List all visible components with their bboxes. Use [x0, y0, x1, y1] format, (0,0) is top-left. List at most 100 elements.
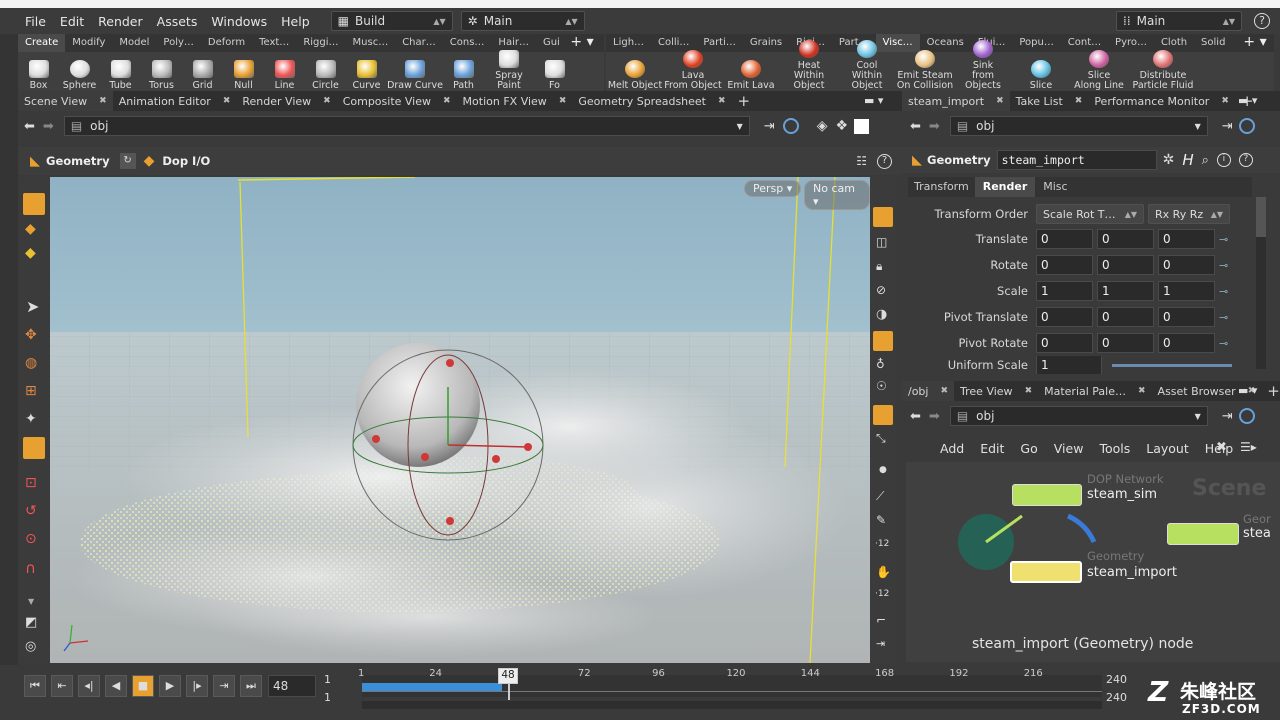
- forward-arrow-icon[interactable]: ➡: [929, 409, 940, 424]
- step-forward-icon[interactable]: |▸: [186, 675, 208, 697]
- gear-icon[interactable]: ✲: [1163, 152, 1175, 168]
- pane-tab[interactable]: Render View ✖: [236, 91, 336, 111]
- scene-viewport[interactable]: Persp ▾ No cam ▾: [50, 177, 870, 663]
- render-icon[interactable]: ◩: [25, 615, 37, 630]
- jump-start-icon[interactable]: ⏮: [24, 675, 46, 697]
- handles-active-icon[interactable]: [23, 437, 45, 459]
- param-field[interactable]: 1: [1036, 281, 1093, 301]
- param-field[interactable]: 0: [1158, 229, 1215, 249]
- hscript-icon[interactable]: H: [1182, 151, 1193, 169]
- param-field[interactable]: 0: [1097, 333, 1154, 353]
- shelf-tool[interactable]: Grid: [182, 60, 223, 94]
- uniform-scale-field[interactable]: 1: [1036, 356, 1102, 374]
- shelf-tool[interactable]: Emit Steam On Collision: [896, 50, 954, 94]
- play-icon[interactable]: ▶: [159, 675, 181, 697]
- pane-tab[interactable]: Motion FX View ✖: [457, 91, 573, 111]
- menu-help[interactable]: Help: [274, 14, 317, 29]
- step-back-icon[interactable]: ◂|: [78, 675, 100, 697]
- shelf-tool[interactable]: Draw Curve: [387, 60, 443, 94]
- move-tool-icon[interactable]: ✥: [25, 327, 37, 343]
- pane-menu-icon[interactable]: ▬ ▾: [864, 94, 883, 107]
- add-tab-icon[interactable]: +: [732, 91, 757, 111]
- back-arrow-icon[interactable]: ⬅: [910, 409, 921, 424]
- corner-icon[interactable]: ⌐: [876, 613, 886, 627]
- dot-icon[interactable]: ●: [879, 465, 887, 475]
- shelf-tool[interactable]: Slice Along Line: [1070, 50, 1128, 94]
- display-options-icon[interactable]: [873, 405, 893, 425]
- shelf-tab[interactable]: Riggi…: [296, 34, 345, 52]
- subtab-transform[interactable]: Transform: [908, 177, 975, 197]
- right-context-select[interactable]: ⁞⁞ Main ▲▼: [1116, 11, 1242, 31]
- pane-tab[interactable]: Composite View ✖: [337, 91, 457, 111]
- shelf-tool[interactable]: Lava From Object: [664, 50, 722, 94]
- pin-icon[interactable]: ⇥: [1222, 409, 1233, 424]
- end-frame-2[interactable]: 240: [1106, 691, 1127, 704]
- param-field[interactable]: 0: [1097, 229, 1154, 249]
- list-icon[interactable]: ☰▸: [1240, 440, 1257, 454]
- channel-icon[interactable]: ⊸: [1219, 233, 1228, 246]
- channel-icon[interactable]: ⊸: [1219, 337, 1228, 350]
- scene-icon[interactable]: ❖: [836, 118, 849, 134]
- pane-tab[interactable]: Tree View ✖: [954, 381, 1038, 401]
- shelf-tab[interactable]: Poly…: [156, 34, 201, 52]
- pane-tab[interactable]: steam_import ✖: [902, 91, 1010, 111]
- network-menu-item[interactable]: Edit: [972, 441, 1012, 456]
- param-field[interactable]: 0: [1036, 229, 1093, 249]
- shelf-tab[interactable]: Modify: [65, 34, 112, 52]
- persp-button[interactable]: Persp ▾: [744, 180, 802, 197]
- menu-assets[interactable]: Assets: [150, 14, 205, 29]
- snap-grid-icon[interactable]: ⊡: [25, 475, 37, 491]
- rotation-order-select[interactable]: Rx Ry Rz ▲▼: [1148, 204, 1230, 224]
- no-camera-icon[interactable]: ⊘: [876, 283, 886, 297]
- shelf-tab[interactable]: Text…: [252, 34, 296, 52]
- desktop-select[interactable]: ▦ Build ▲▼: [330, 11, 453, 31]
- start-frame-2[interactable]: 1: [324, 691, 331, 704]
- cam-button[interactable]: No cam ▾: [804, 180, 870, 210]
- display-icon[interactable]: [854, 118, 870, 134]
- light-view-icon[interactable]: [873, 207, 893, 227]
- param-field[interactable]: 0: [1097, 307, 1154, 327]
- network-path-field[interactable]: ▤ obj ▼: [949, 406, 1208, 426]
- pin-icon[interactable]: ⇥: [1222, 119, 1233, 134]
- shelf-tool[interactable]: Fo: [534, 60, 575, 94]
- handle-tool-icon[interactable]: ◆: [25, 245, 43, 261]
- step-end-icon[interactable]: ⇥: [213, 675, 235, 697]
- stop-icon[interactable]: ■: [132, 675, 154, 697]
- add-shelf-icon[interactable]: + ▾: [560, 34, 604, 52]
- close-icon[interactable]: ✖: [1075, 96, 1083, 106]
- param-field[interactable]: 0: [1036, 307, 1093, 327]
- uniform-scale-slider[interactable]: [1112, 363, 1232, 367]
- close-icon[interactable]: ✖: [996, 96, 1004, 106]
- forward-arrow-icon[interactable]: ➡: [929, 119, 940, 134]
- playhead-label[interactable]: 48: [498, 668, 518, 684]
- menu-edit[interactable]: Edit: [53, 14, 91, 29]
- flipbook-icon[interactable]: ◎: [25, 639, 36, 654]
- brush-icon[interactable]: ✎: [876, 513, 886, 527]
- shelf-tool[interactable]: Sink from Objects: [954, 40, 1012, 94]
- link-icon[interactable]: [1238, 408, 1255, 424]
- param-field[interactable]: 0: [1036, 255, 1093, 275]
- shelf-tab[interactable]: Solid: [1194, 34, 1232, 52]
- end-frame[interactable]: 240: [1106, 673, 1127, 686]
- network-editor[interactable]: Scene DOP Network steam_sim Geometry ste…: [906, 462, 1280, 662]
- pane-tab[interactable]: Animation Editor ✖: [113, 91, 237, 111]
- shelf-tab[interactable]: Popu…: [1012, 34, 1060, 52]
- jump-end-icon[interactable]: ⏭: [240, 675, 262, 697]
- lock-icon[interactable]: 🔒︎: [876, 259, 882, 274]
- param-field[interactable]: 0: [1158, 307, 1215, 327]
- menu-file[interactable]: File: [18, 14, 53, 29]
- shelf-tool[interactable]: Box: [18, 60, 59, 94]
- select-tool-icon[interactable]: [23, 193, 45, 215]
- pane-tab[interactable]: Geometry Spreadsheet ✖: [572, 91, 731, 111]
- rotate-tool-icon[interactable]: ◍: [25, 355, 37, 371]
- shading-icon[interactable]: ◑: [876, 307, 887, 322]
- shelf-tool[interactable]: Torus: [141, 60, 182, 94]
- pointer-tool-icon[interactable]: ➤: [26, 297, 39, 316]
- close-icon[interactable]: ✖: [99, 96, 107, 106]
- options-icon[interactable]: ☷: [856, 154, 867, 168]
- param-field[interactable]: 0: [1158, 333, 1215, 353]
- viewer-path-field[interactable]: ▤ obj ▼: [63, 116, 750, 136]
- number-icon[interactable]: ·12: [875, 539, 889, 549]
- search-icon[interactable]: ⌕: [1202, 153, 1209, 168]
- shelf-tool[interactable]: Spray Paint: [484, 50, 534, 94]
